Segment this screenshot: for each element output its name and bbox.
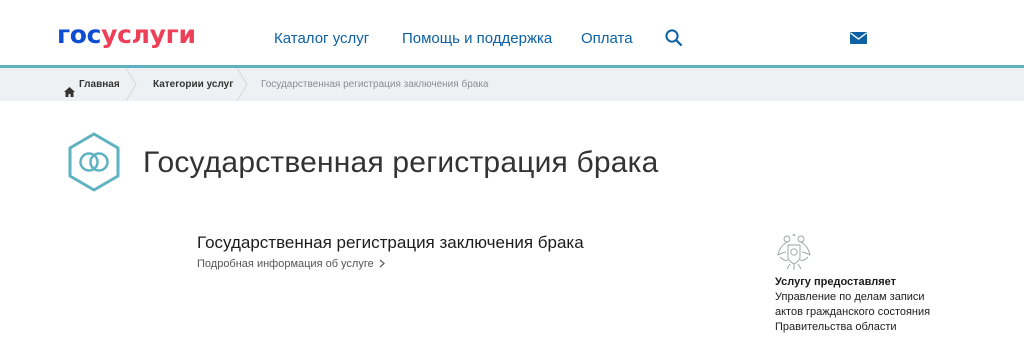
breadcrumb-home[interactable]: Главная bbox=[64, 68, 120, 101]
provider-name-line: Правительства области bbox=[775, 321, 897, 333]
service-details-label: Подробная информация об услуге bbox=[197, 258, 374, 270]
provider-label: Услугу предоставляет bbox=[775, 276, 897, 288]
logo-text-uslugi: услуги bbox=[101, 20, 196, 49]
service-details-link[interactable]: Подробная информация об услуге bbox=[197, 257, 385, 271]
gosuslugi-logo[interactable]: госуслуги bbox=[57, 20, 196, 50]
service-title-link[interactable]: Государственная регистрация заключения б… bbox=[197, 233, 584, 253]
breadcrumb: Главная Категории услуг Государственная … bbox=[0, 67, 1024, 102]
breadcrumb-home-label: Главная bbox=[79, 79, 120, 90]
nav-catalog-link[interactable]: Каталог услуг bbox=[274, 30, 369, 48]
chevron-right-icon bbox=[379, 258, 385, 268]
coat-of-arms-icon bbox=[776, 233, 812, 271]
logo-text-gos: гос bbox=[57, 20, 102, 49]
breadcrumb-current: Государственная регистрация заключения б… bbox=[261, 79, 489, 90]
provider-name-line: Управление по делам записи bbox=[775, 291, 925, 303]
nav-payment-link[interactable]: Оплата bbox=[581, 30, 633, 48]
breadcrumb-separator-icon bbox=[124, 67, 138, 102]
mail-icon[interactable] bbox=[849, 30, 869, 46]
rings-icon bbox=[64, 132, 124, 192]
home-icon bbox=[64, 78, 75, 98]
nav-help-link[interactable]: Помощь и поддержка bbox=[402, 30, 552, 48]
search-icon[interactable] bbox=[664, 28, 684, 48]
page-title: Государственная регистрация брака bbox=[143, 146, 659, 179]
breadcrumb-categories[interactable]: Категории услуг bbox=[153, 68, 233, 101]
breadcrumb-separator-icon bbox=[235, 67, 249, 102]
provider-name-line: актов гражданского состояния bbox=[775, 306, 931, 318]
site-header: госуслуги Каталог услуг Помощь и поддерж… bbox=[0, 0, 1024, 65]
